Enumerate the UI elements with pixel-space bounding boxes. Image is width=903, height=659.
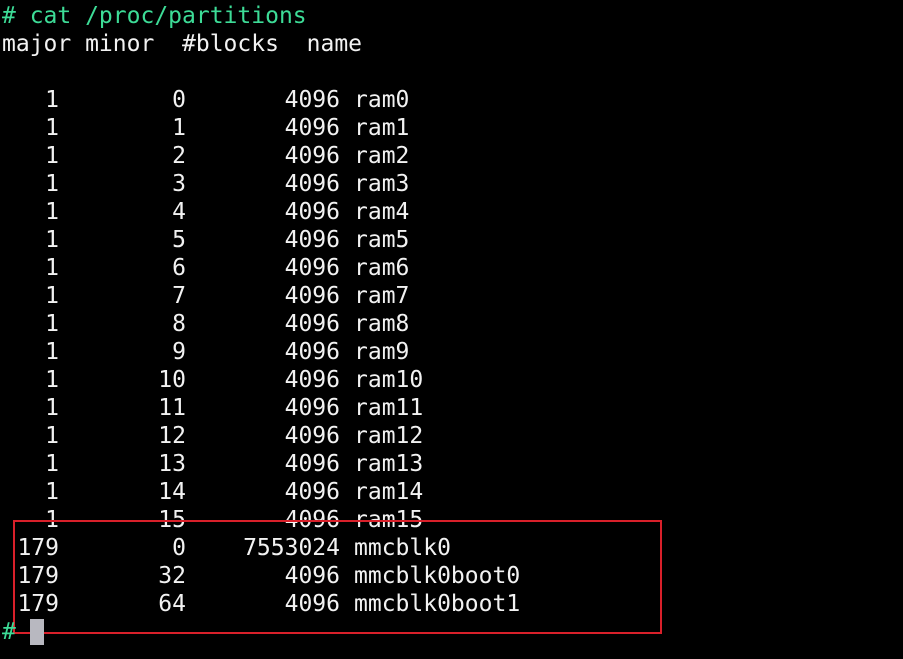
major-cell: 1 <box>45 171 59 197</box>
name-cell: ram1 <box>354 115 410 141</box>
major-cell: 1 <box>45 451 59 477</box>
minor-cell: 8 <box>172 311 186 337</box>
name-cell: ram5 <box>354 227 410 253</box>
major-cell: 1 <box>45 199 59 225</box>
minor-cell: 9 <box>172 339 186 365</box>
text-cursor[interactable] <box>30 619 44 645</box>
table-row: 1 7 4096 ram7 <box>2 282 409 310</box>
major-cell: 1 <box>45 339 59 365</box>
minor-cell: 12 <box>158 423 186 449</box>
minor-cell: 3 <box>172 171 186 197</box>
table-row: 1 13 4096 ram13 <box>2 450 423 478</box>
highlight-box <box>13 520 662 634</box>
table-row: 1 6 4096 ram6 <box>2 254 409 282</box>
command-line: # cat /proc/partitions <box>2 3 307 29</box>
minor-cell: 7 <box>172 283 186 309</box>
major-cell: 1 <box>45 255 59 281</box>
name-cell: ram11 <box>354 395 424 421</box>
name-cell: ram2 <box>354 143 410 169</box>
table-row: 1 4 4096 ram4 <box>2 198 409 226</box>
table-row: 1 8 4096 ram8 <box>2 310 409 338</box>
prompt-symbol: # <box>2 619 16 645</box>
minor-cell: 1 <box>172 115 186 141</box>
table-row: 1 14 4096 ram14 <box>2 478 423 506</box>
blocks-cell: 4096 <box>284 283 340 309</box>
table-row: 1 10 4096 ram10 <box>2 366 423 394</box>
name-cell: ram14 <box>354 479 424 505</box>
name-cell: ram4 <box>354 199 410 225</box>
name-cell: ram7 <box>354 283 410 309</box>
table-row: 1 1 4096 ram1 <box>2 114 409 142</box>
blocks-cell: 4096 <box>284 143 340 169</box>
minor-cell: 14 <box>158 479 186 505</box>
minor-cell: 2 <box>172 143 186 169</box>
blocks-cell: 4096 <box>284 227 340 253</box>
major-cell: 1 <box>45 283 59 309</box>
table-row: 1 0 4096 ram0 <box>2 86 409 114</box>
name-cell: ram0 <box>354 87 410 113</box>
name-cell: ram9 <box>354 339 410 365</box>
major-cell: 1 <box>45 395 59 421</box>
minor-cell: 5 <box>172 227 186 253</box>
major-cell: 1 <box>45 311 59 337</box>
blocks-cell: 4096 <box>284 311 340 337</box>
major-cell: 1 <box>45 227 59 253</box>
major-cell: 1 <box>45 367 59 393</box>
minor-cell: 11 <box>158 395 186 421</box>
blocks-cell: 4096 <box>284 171 340 197</box>
blocks-cell: 4096 <box>284 423 340 449</box>
name-cell: ram10 <box>354 367 424 393</box>
table-row: 1 5 4096 ram5 <box>2 226 409 254</box>
minor-cell: 10 <box>158 367 186 393</box>
minor-cell: 13 <box>158 451 186 477</box>
major-cell: 1 <box>45 87 59 113</box>
table-row: 1 2 4096 ram2 <box>2 142 409 170</box>
terminal-window[interactable]: # cat /proc/partitions major minor #bloc… <box>0 0 903 659</box>
blocks-cell: 4096 <box>284 367 340 393</box>
name-cell: ram8 <box>354 311 410 337</box>
blocks-cell: 4096 <box>284 115 340 141</box>
blocks-cell: 4096 <box>284 87 340 113</box>
name-cell: ram3 <box>354 171 410 197</box>
table-row: 1 11 4096 ram11 <box>2 394 423 422</box>
table-row: 1 9 4096 ram9 <box>2 338 409 366</box>
major-cell: 1 <box>45 479 59 505</box>
blocks-cell: 4096 <box>284 395 340 421</box>
minor-cell: 4 <box>172 199 186 225</box>
table-row: 1 12 4096 ram12 <box>2 422 423 450</box>
blocks-cell: 4096 <box>284 479 340 505</box>
blocks-cell: 4096 <box>284 339 340 365</box>
table-row: 1 3 4096 ram3 <box>2 170 409 198</box>
name-cell: ram6 <box>354 255 410 281</box>
major-cell: 1 <box>45 115 59 141</box>
major-cell: 1 <box>45 143 59 169</box>
table-header: major minor #blocks name <box>2 31 363 57</box>
minor-cell: 0 <box>172 87 186 113</box>
name-cell: ram12 <box>354 423 424 449</box>
major-cell: 1 <box>45 423 59 449</box>
minor-cell: 6 <box>172 255 186 281</box>
blocks-cell: 4096 <box>284 255 340 281</box>
blocks-cell: 4096 <box>284 199 340 225</box>
blocks-cell: 4096 <box>284 451 340 477</box>
name-cell: ram13 <box>354 451 424 477</box>
